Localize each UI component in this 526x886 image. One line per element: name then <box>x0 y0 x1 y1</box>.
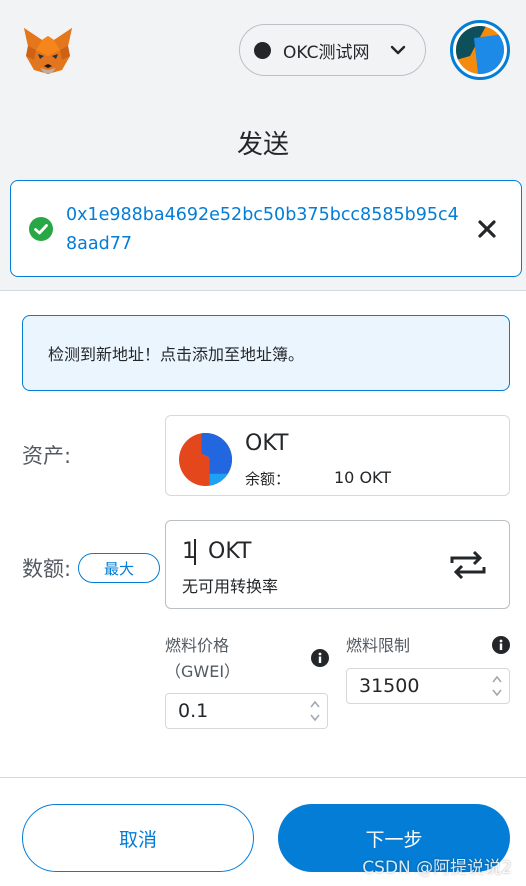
info-icon[interactable] <box>311 649 329 667</box>
network-status-dot <box>254 41 271 59</box>
info-icon[interactable] <box>492 636 510 654</box>
recipient-address-box: 0x1e988ba4692e52bc50b375bcc8585b95c48aad… <box>10 180 522 277</box>
balance-value: 10 OKT <box>334 468 392 487</box>
gas-limit-label: 燃料限制 <box>346 636 411 655</box>
asset-selector[interactable]: OKT 余额： 10 OKT <box>165 415 510 496</box>
gas-limit-value: 31500 <box>359 675 420 697</box>
max-button[interactable]: 最大 <box>78 553 160 583</box>
text-caret <box>194 539 196 565</box>
network-label: OKC测试网 <box>283 42 370 63</box>
metamask-fox-icon <box>24 28 72 74</box>
stepper-icon[interactable] <box>307 697 323 725</box>
gas-price-unit: （GWEI） <box>165 662 241 681</box>
gas-price-label: 燃料价格 <box>165 636 230 655</box>
conversion-rate-text: 无可用转换率 <box>182 577 279 596</box>
swap-icon[interactable] <box>450 551 486 579</box>
amount-label: 数额: <box>22 557 72 581</box>
watermark: CSDN @阿提说说2 <box>362 858 512 878</box>
gas-price-input[interactable]: 0.1 <box>165 693 328 729</box>
stepper-icon[interactable] <box>489 672 505 700</box>
balance-label: 余额： <box>245 470 291 488</box>
header: OKC测试网 发送 0x1e988ba4692e52bc50b375bcc858… <box>0 0 526 291</box>
close-icon[interactable] <box>477 219 497 239</box>
gas-price-value: 0.1 <box>178 700 209 722</box>
account-menu-button[interactable] <box>450 20 510 80</box>
network-selector[interactable]: OKC测试网 <box>239 24 426 76</box>
amount-input[interactable]: 1 OKT 无可用转换率 <box>165 520 510 609</box>
cancel-button[interactable]: 取消 <box>22 804 254 872</box>
amount-unit: OKT <box>208 539 252 564</box>
asset-name: OKT <box>245 431 289 456</box>
page-title: 发送 <box>236 130 289 160</box>
footer-divider <box>0 777 526 778</box>
okt-token-icon <box>179 433 232 486</box>
account-avatar-icon <box>456 26 504 74</box>
check-circle-icon <box>29 217 53 241</box>
asset-label: 资产: <box>22 444 72 468</box>
recipient-address: 0x1e988ba4692e52bc50b375bcc8585b95c48aad… <box>66 205 459 254</box>
new-address-notice[interactable]: 检测到新地址！点击添加至地址簿。 <box>22 315 510 391</box>
chevron-down-icon <box>390 45 406 55</box>
gas-limit-input[interactable]: 31500 <box>346 668 510 704</box>
